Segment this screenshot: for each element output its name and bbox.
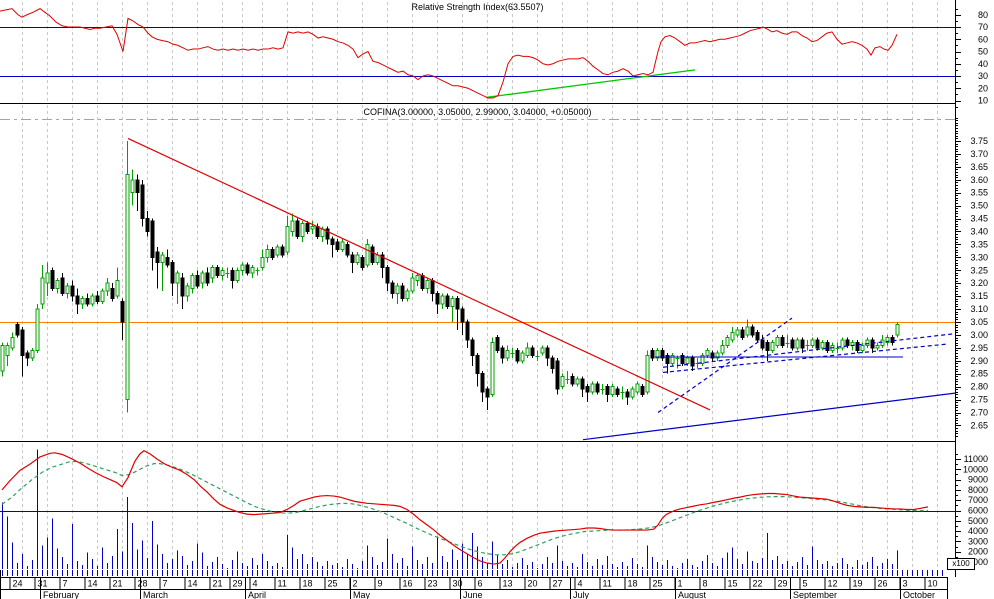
svg-text:3.10: 3.10 [970,304,988,314]
svg-text:3.55: 3.55 [970,188,988,198]
svg-text:3.60: 3.60 [970,175,988,185]
svg-text:2.70: 2.70 [970,408,988,418]
svg-text:10: 10 [978,96,988,106]
svg-text:70: 70 [978,22,988,32]
svg-text:3.35: 3.35 [970,239,988,249]
volume-panel[interactable] [0,442,955,570]
svg-text:2.65: 2.65 [970,420,988,430]
svg-text:2.95: 2.95 [970,343,988,353]
svg-text:40: 40 [978,59,988,69]
rsi-panel[interactable] [0,0,955,103]
svg-text:3.40: 3.40 [970,226,988,236]
svg-text:6000: 6000 [968,506,988,516]
svg-text:3000: 3000 [968,536,988,546]
svg-text:3.50: 3.50 [970,201,988,211]
chart-window: 80 70 60 50 40 30 20 10 3.75 3.70 3.65 3.60 3.55 3.50… [0,0,994,599]
svg-text:8000: 8000 [968,485,988,495]
svg-text:3.65: 3.65 [970,162,988,172]
svg-text:2000: 2000 [968,547,988,557]
svg-text:30: 30 [978,71,988,81]
svg-text:80: 80 [978,10,988,20]
price-panel[interactable] [0,104,955,442]
svg-text:3.20: 3.20 [970,278,988,288]
svg-text:3.30: 3.30 [970,252,988,262]
svg-text:3.25: 3.25 [970,265,988,275]
volume-unit-label: x100 [947,558,975,570]
svg-text:5000: 5000 [968,516,988,526]
svg-text:60: 60 [978,34,988,44]
svg-text:3.15: 3.15 [970,291,988,301]
svg-text:3.70: 3.70 [970,149,988,159]
svg-text:3.45: 3.45 [970,214,988,224]
svg-text:20: 20 [978,83,988,93]
svg-text:10000: 10000 [963,464,988,474]
svg-text:3.05: 3.05 [970,317,988,327]
svg-text:3.00: 3.00 [970,330,988,340]
svg-text:2.90: 2.90 [970,356,988,366]
svg-text:4000: 4000 [968,526,988,536]
svg-text:2.80: 2.80 [970,382,988,392]
svg-text:50: 50 [978,47,988,57]
svg-text:2.85: 2.85 [970,369,988,379]
svg-text:7000: 7000 [968,495,988,505]
svg-text:9000: 9000 [968,475,988,485]
svg-text:2.75: 2.75 [970,395,988,405]
date-axis[interactable] [0,570,994,599]
svg-text:3.75: 3.75 [970,136,988,146]
svg-text:11000: 11000 [964,454,988,464]
